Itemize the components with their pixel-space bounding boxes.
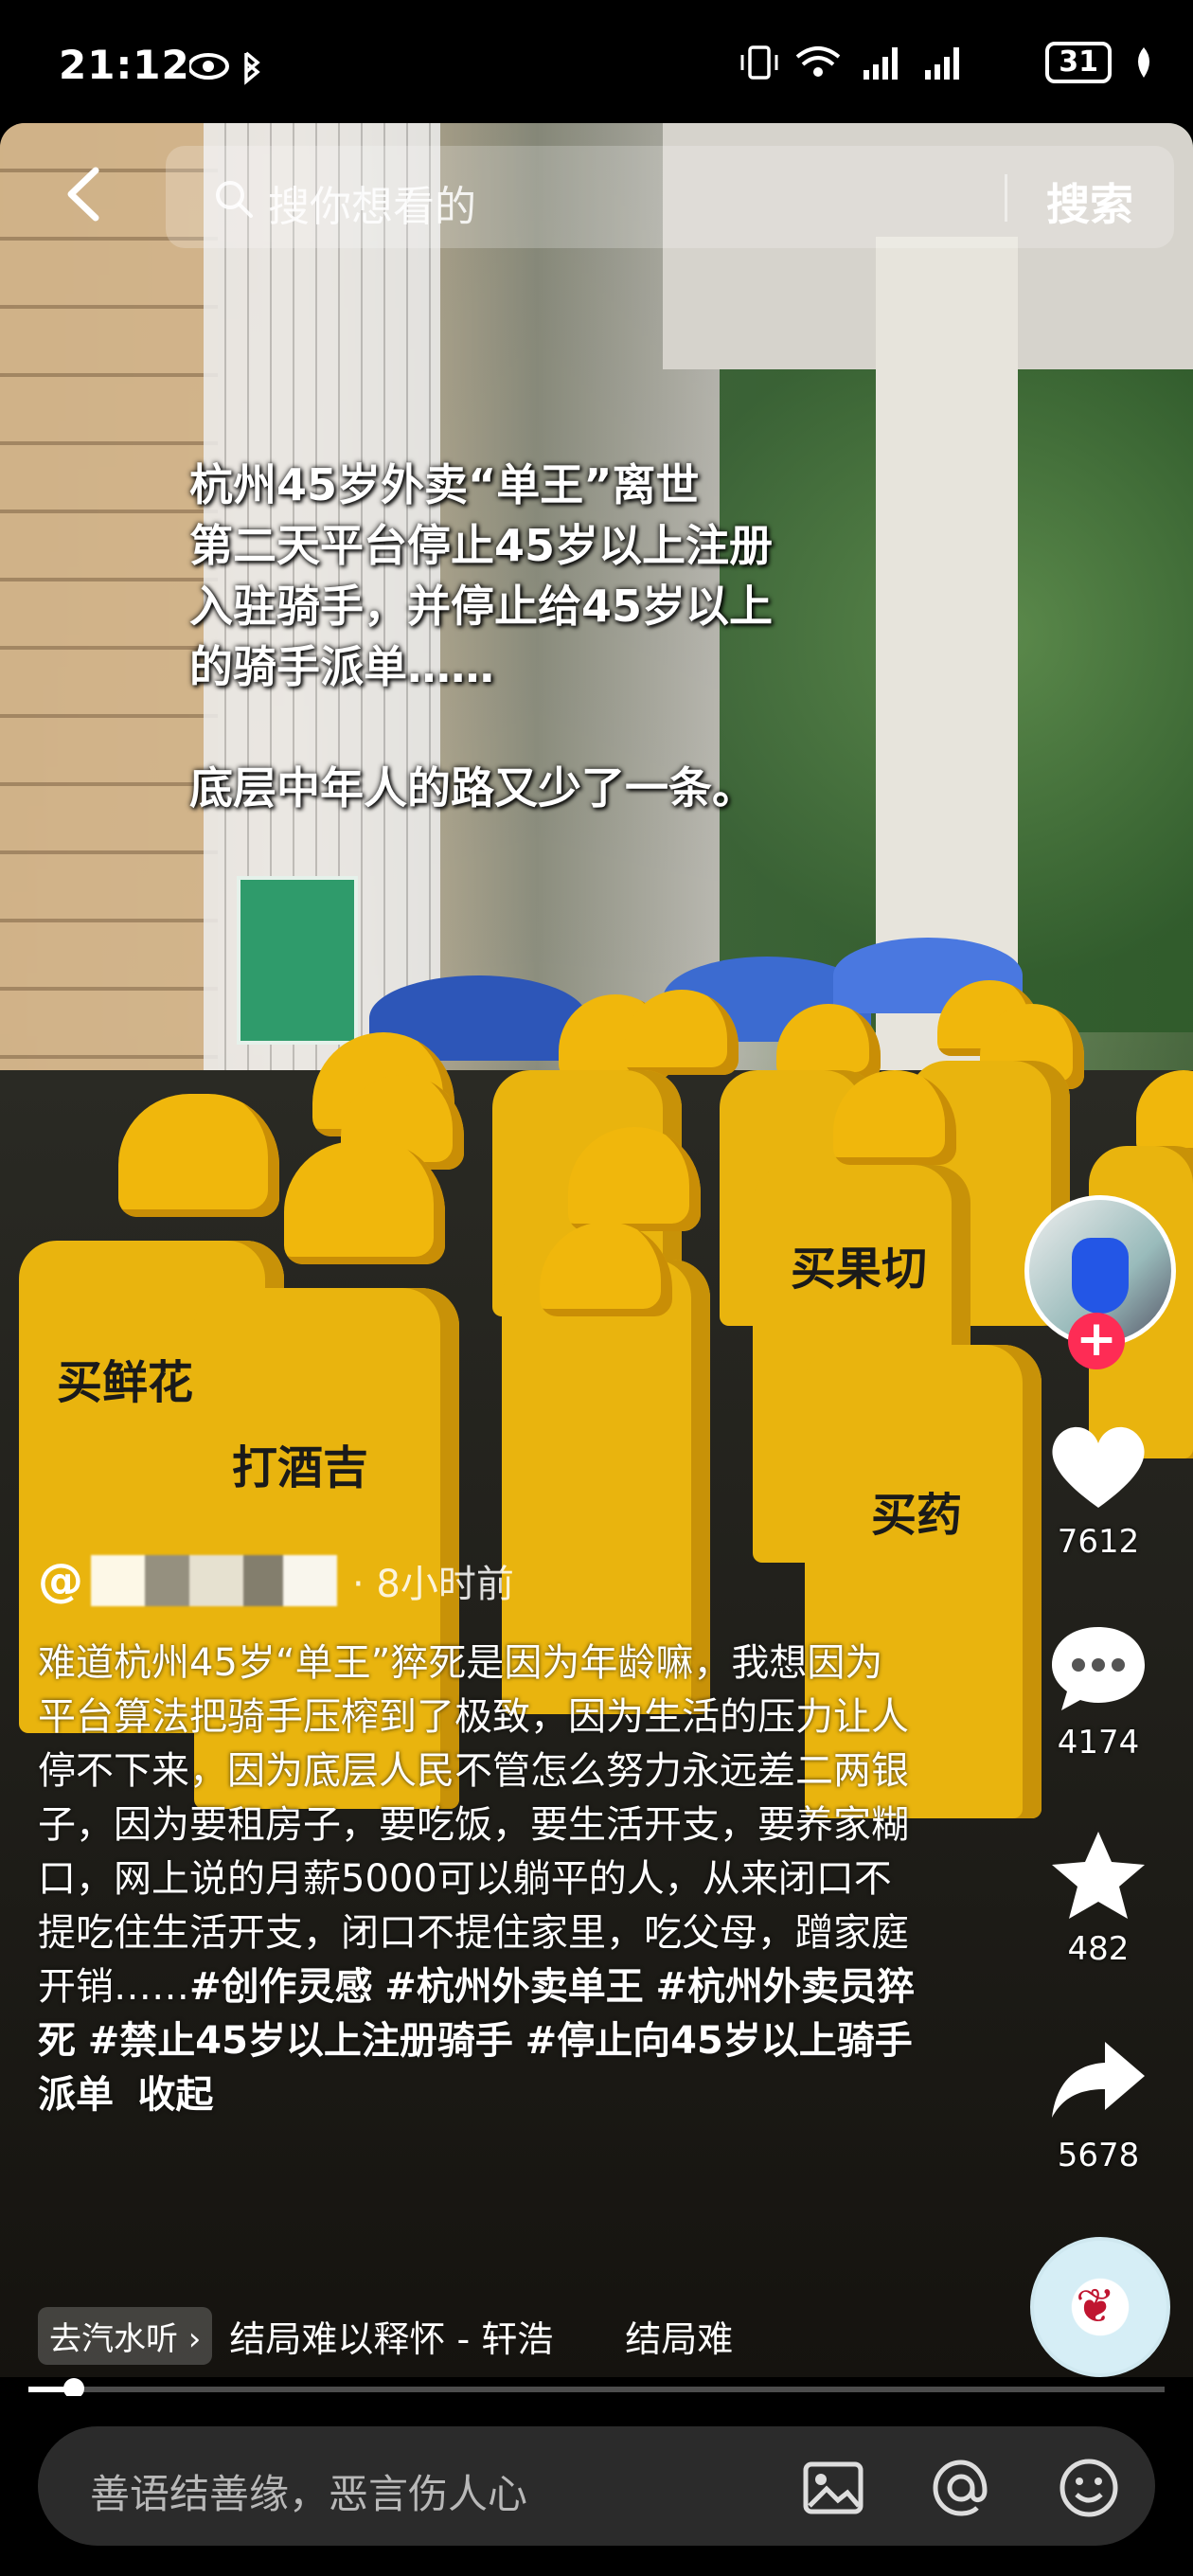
helmet-scene (284, 1141, 445, 1264)
bluetooth-icon (244, 51, 260, 85)
eye-icon (187, 53, 229, 80)
comment-input[interactable]: 善语结善缘，恶言伤人心 (38, 2426, 1155, 2546)
caption-line: 第二天平台停止45岁以上注册 (189, 520, 774, 571)
mention-icon[interactable] (928, 2455, 994, 2521)
signal-icon (864, 47, 899, 80)
back-arrow-icon[interactable] (52, 161, 118, 227)
video-caption: 杭州45岁外卖“单王”离世 第二天平台停止45岁以上注册 入驻骑手，并停止给45… (189, 455, 1004, 818)
music-disc[interactable]: ❦ (1030, 2237, 1170, 2377)
avatar-image (1072, 1238, 1129, 1314)
hashtag[interactable]: #杭州外卖单王 (384, 1965, 644, 2009)
listen-in-app-chip[interactable]: 去汽水听 › (38, 2306, 213, 2365)
status-bar: 21:12 31 (0, 0, 1193, 123)
follow-button[interactable]: + (1068, 1313, 1125, 1369)
collapse-link[interactable]: 收起 (137, 2073, 213, 2117)
description-text: 难道杭州45岁“单王”猝死是因为年龄嘛，我想因为平台算法把骑手压榨到了极致，因为… (38, 1641, 909, 2009)
top-bar: 搜你想看的 搜索 (0, 142, 1193, 256)
butterfly-icon: ❦ (1076, 2279, 1115, 2334)
like-button[interactable]: 7612 (1013, 1421, 1184, 1561)
search-button[interactable]: 搜索 (1046, 170, 1133, 233)
jacket-label: 买药 (871, 1489, 963, 1542)
status-right-icons: 31 (740, 42, 1155, 83)
comment-button[interactable]: 4174 (1013, 1621, 1184, 1762)
search-divider (1005, 174, 1007, 222)
status-time: 21:12 (59, 42, 190, 88)
share-icon (1052, 2042, 1145, 2118)
bottom-bar: 善语结善缘，恶言伤人心 (0, 2396, 1193, 2576)
vibrate-icon (740, 45, 778, 80)
favorite-count: 482 (1067, 1930, 1130, 1968)
heart-icon (1052, 1426, 1145, 1508)
music-title[interactable]: 结局难以释怀 - 轩浩 结局难 (229, 2310, 778, 2362)
battery-indicator: 31 (1045, 42, 1112, 83)
post-time: · 8小时前 (352, 1563, 514, 1606)
search-bar[interactable]: 搜你想看的 搜索 (166, 146, 1174, 248)
comment-count: 4174 (1057, 1724, 1140, 1762)
star-icon (1052, 1832, 1145, 1919)
search-icon (216, 181, 253, 218)
search-placeholder: 搜你想看的 (268, 183, 476, 231)
caption-line: 底层中年人的路又少了一条。 (189, 762, 756, 814)
jacket-label: 打酒吉 (232, 1441, 369, 1494)
jacket-label: 买果切 (791, 1243, 928, 1296)
hashtag[interactable]: #禁止45岁以上注册骑手 (88, 2019, 513, 2063)
hashtag[interactable]: #创作灵感 (189, 1965, 373, 2009)
share-count: 5678 (1057, 2137, 1140, 2174)
caption-line: 入驻骑手，并停止给45岁以上 (189, 581, 774, 632)
qr-sign-scene (237, 876, 358, 1045)
emoji-icon[interactable] (1056, 2455, 1122, 2521)
caption-line: 的骑手派单…… (189, 641, 494, 692)
signal-icon (925, 47, 960, 80)
helmet-scene (118, 1094, 279, 1217)
status-left-icons (187, 47, 284, 89)
author-at: @ (38, 1554, 83, 1607)
author-name-blurred[interactable] (91, 1555, 337, 1606)
share-button[interactable]: 5678 (1013, 2034, 1184, 2174)
comment-icon (1052, 1627, 1145, 1710)
jacket-label: 买鲜花 (57, 1356, 194, 1409)
author-line: @ · 8小时前 (38, 1553, 514, 1608)
image-icon[interactable] (800, 2455, 866, 2521)
leaf-icon (1138, 47, 1149, 78)
wifi-icon (795, 46, 841, 77)
music-bar[interactable]: 去汽水听 › 结局难以释怀 - 轩浩 结局难 (38, 2305, 778, 2366)
video-progress-bar[interactable] (28, 2378, 1165, 2399)
comment-placeholder: 善语结善缘，恶言伤人心 (90, 2471, 528, 2517)
like-count: 7612 (1057, 1523, 1140, 1561)
video-description: 难道杭州45岁“单王”猝死是因为年龄嘛，我想因为平台算法把骑手压榨到了极致，因为… (38, 1637, 918, 2122)
caption-line: 杭州45岁外卖“单王”离世 (189, 459, 700, 510)
favorite-button[interactable]: 482 (1013, 1828, 1184, 1968)
